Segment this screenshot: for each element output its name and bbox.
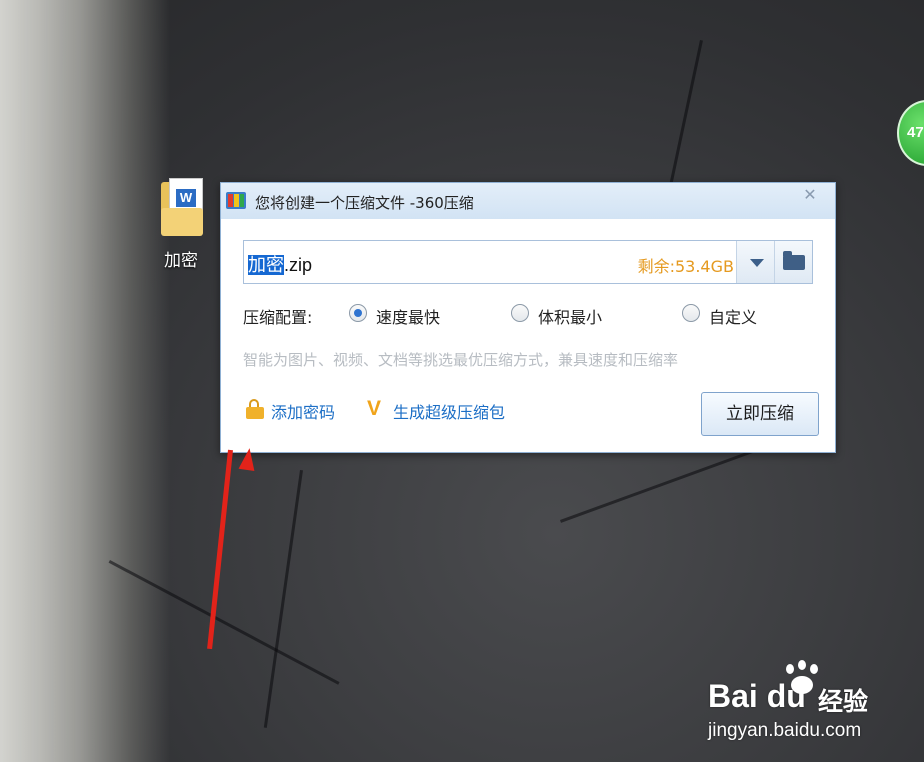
config-hint: 智能为图片、视频、文档等挑选最优压缩方式，兼具速度和压缩率	[243, 351, 679, 369]
background-crack	[108, 560, 340, 685]
history-dropdown-button[interactable]	[736, 241, 775, 283]
filename-selected-text: 加密	[248, 255, 284, 275]
super-package-link[interactable]: 生成超级压缩包	[393, 399, 505, 423]
browse-folder-button[interactable]	[774, 241, 812, 283]
radio-label: 体积最小	[538, 308, 603, 327]
radio-circle	[349, 304, 367, 322]
background-crack	[560, 444, 768, 523]
background-crack	[263, 470, 303, 728]
filename-input[interactable]: 加密.zip	[248, 251, 312, 277]
radio-circle	[511, 304, 529, 322]
close-button[interactable]: ✕	[799, 186, 821, 204]
folder-icon	[783, 251, 805, 270]
radio-circle	[682, 304, 700, 322]
watermark-url: jingyan.baidu.com	[708, 720, 862, 741]
lock-icon	[246, 399, 264, 419]
compress-now-button[interactable]: 立即压缩	[701, 392, 819, 436]
radio-label: 自定义	[709, 308, 758, 327]
add-password-link[interactable]: 添加密码	[271, 399, 335, 423]
chevron-down-icon	[750, 259, 764, 267]
baidu-watermark: Bai du 经验 jingyan.baidu.com	[708, 660, 908, 750]
desktop-file-icon[interactable]: W 加密	[152, 178, 210, 271]
compression-config-row: 压缩配置: 速度最快 体积最小 自定义	[243, 303, 823, 327]
dialog-title: 您将创建一个压缩文件 -360压缩	[255, 194, 474, 212]
filename-field[interactable]: 加密.zip 剩余:53.4GB	[243, 240, 813, 284]
word-file-icon: W	[159, 178, 203, 236]
red-arrow-head	[238, 446, 258, 472]
compress-dialog: 您将创建一个压缩文件 -360压缩 ✕ 加密.zip 剩余:53.4GB 压缩配…	[220, 182, 836, 453]
super-package-icon: V	[367, 397, 382, 420]
radio-label: 速度最快	[376, 308, 441, 327]
floating-badge[interactable]: 47	[897, 100, 924, 166]
desktop-file-label: 加密	[164, 251, 198, 271]
app-logo-icon	[226, 192, 246, 209]
config-label: 压缩配置:	[243, 308, 313, 327]
filename-extension: .zip	[284, 255, 313, 275]
remaining-space: 剩余:53.4GB	[637, 257, 734, 276]
titlebar: 您将创建一个压缩文件 -360压缩 ✕	[221, 183, 835, 219]
watermark-cn: 经验	[818, 687, 869, 716]
